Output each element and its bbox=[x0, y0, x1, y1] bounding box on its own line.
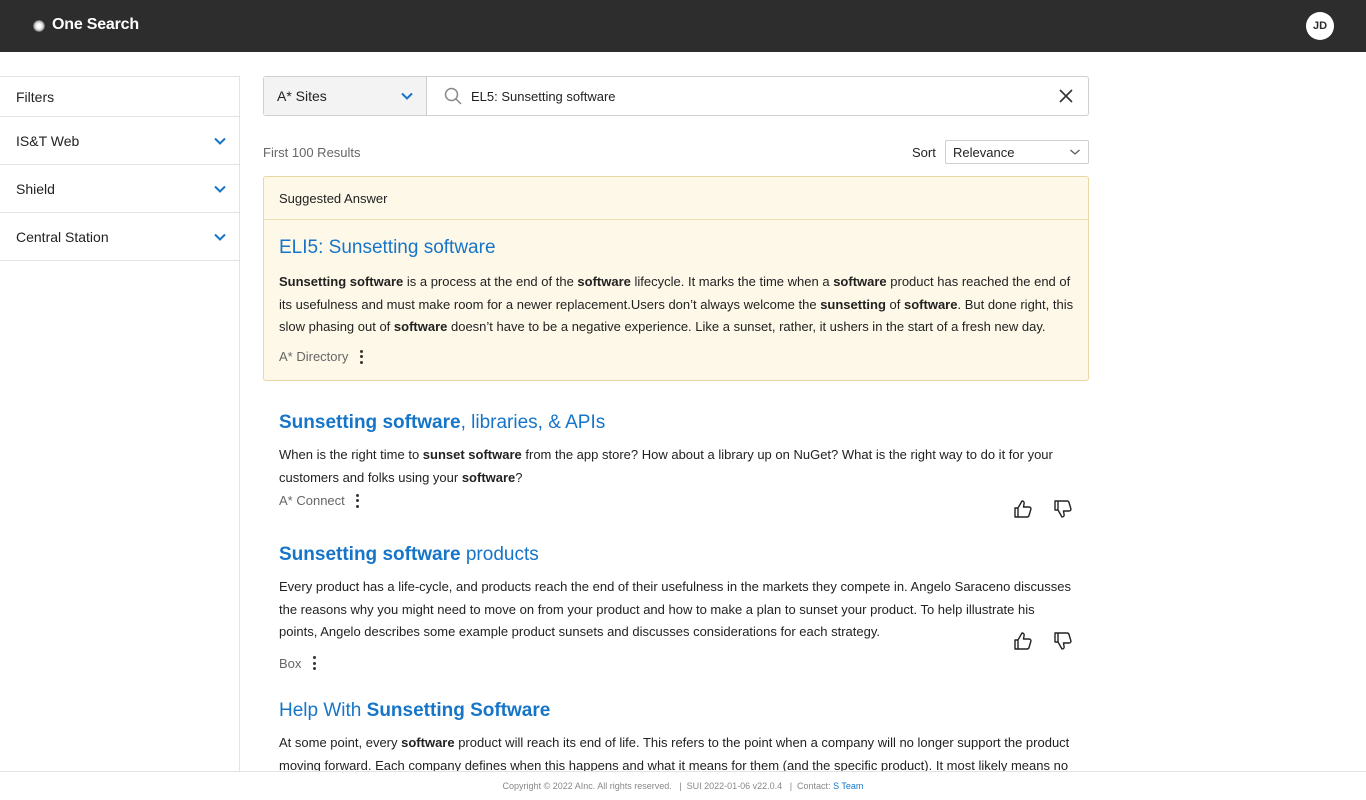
footer-copyright: Copyright © 2022 AInc. All rights reserv… bbox=[502, 781, 672, 791]
result-title[interactable]: Sunsetting software, libraries, & APIs bbox=[279, 411, 1079, 435]
chevron-down-icon[interactable] bbox=[213, 230, 227, 244]
highlighted-term: Sunsetting software bbox=[279, 274, 404, 289]
result-title[interactable]: Sunsetting software products bbox=[279, 543, 1079, 567]
source-label: A* Connect bbox=[279, 493, 345, 508]
top-bar: One Search JD bbox=[0, 0, 1366, 52]
suggested-answer-body: Sunsetting software is a process at the … bbox=[279, 271, 1079, 339]
chevron-down-icon bbox=[401, 92, 413, 100]
thumbs-up-icon[interactable] bbox=[1013, 499, 1033, 519]
footer-separator: | bbox=[671, 781, 687, 791]
highlighted-term: software bbox=[833, 274, 887, 289]
text-segment: products bbox=[460, 544, 539, 565]
text-segment: ? bbox=[515, 469, 523, 485]
sort-label: Sort bbox=[912, 145, 936, 160]
thumbs-down-icon[interactable] bbox=[1053, 499, 1073, 519]
search-result: Sunsetting software, libraries, & APIs W… bbox=[279, 411, 1079, 508]
suggested-answer-title[interactable]: ELI5: Sunsetting software bbox=[279, 237, 496, 259]
avatar[interactable]: JD bbox=[1306, 12, 1334, 40]
highlighted-term: software bbox=[401, 735, 455, 750]
result-snippet: Every product has a life-cycle, and prod… bbox=[279, 576, 1074, 644]
footer: Copyright © 2022 AInc. All rights reserv… bbox=[0, 771, 1366, 800]
suggested-answer-source: A* Directory bbox=[279, 349, 363, 364]
thumbs-up-icon[interactable] bbox=[1013, 631, 1033, 651]
more-vertical-icon[interactable] bbox=[356, 493, 360, 508]
result-title[interactable]: Help With Sunsetting Software bbox=[279, 699, 1079, 723]
footer-separator: | bbox=[782, 781, 798, 791]
text-segment: is a process at the end of the bbox=[403, 274, 578, 289]
search-input-wrap bbox=[427, 77, 1088, 115]
app-title[interactable]: One Search bbox=[52, 16, 139, 34]
scope-value: A* Sites bbox=[277, 88, 327, 104]
filter-shield[interactable]: Shield bbox=[0, 165, 239, 213]
result-snippet: When is the right time to sunset softwar… bbox=[279, 444, 1079, 489]
more-vertical-icon[interactable] bbox=[312, 656, 316, 670]
search-icon bbox=[444, 87, 462, 105]
highlighted-term: software bbox=[393, 319, 448, 334]
source-label: Box bbox=[279, 655, 302, 671]
footer-contact-link[interactable]: S Team bbox=[833, 781, 863, 791]
search-result: Help With Sunsetting Software At some po… bbox=[279, 699, 1079, 777]
result-source: A* Connect bbox=[279, 493, 1079, 508]
filter-label: Shield bbox=[16, 180, 55, 197]
highlighted-term: software bbox=[577, 274, 631, 289]
chevron-down-icon[interactable] bbox=[213, 182, 227, 196]
search-bar: A* Sites bbox=[263, 76, 1089, 116]
feedback-buttons bbox=[1013, 499, 1073, 519]
results-count: First 100 Results bbox=[263, 145, 361, 160]
text-segment: At some point, every bbox=[279, 735, 402, 750]
chevron-down-icon[interactable] bbox=[213, 134, 227, 148]
more-vertical-icon[interactable] bbox=[359, 349, 363, 364]
highlighted-term: software bbox=[461, 469, 516, 485]
text-segment: doesn’t have to be a negative experience… bbox=[447, 319, 1046, 334]
highlighted-term: software bbox=[904, 296, 958, 312]
filters-sidebar: Filters IS&T Web Shield Central Station bbox=[0, 76, 240, 771]
text-segment: of bbox=[885, 296, 904, 312]
filter-label: IS&T Web bbox=[16, 132, 80, 149]
filters-title: Filters bbox=[0, 77, 239, 117]
sort-select[interactable]: Relevance bbox=[945, 140, 1089, 164]
source-label: A* Directory bbox=[279, 349, 349, 364]
text-segment: , libraries, & APIs bbox=[460, 412, 606, 433]
search-input[interactable] bbox=[471, 78, 1071, 114]
thumbs-down-icon[interactable] bbox=[1053, 631, 1073, 651]
highlighted-term: Sunsetting Software bbox=[366, 700, 551, 721]
highlighted-term: Sunsetting software bbox=[279, 412, 461, 433]
footer-contact-label: Contact: bbox=[797, 781, 831, 791]
result-source: Box bbox=[279, 656, 1079, 671]
text-segment: Every product has a life-cycle, and prod… bbox=[279, 579, 1071, 639]
scope-select[interactable]: A* Sites bbox=[264, 77, 427, 115]
text-segment: When is the right time to bbox=[279, 447, 423, 462]
filter-central-station[interactable]: Central Station bbox=[0, 213, 239, 261]
highlighted-term: Sunsetting software bbox=[279, 544, 461, 565]
text-segment: lifecycle. It marks the time when a bbox=[630, 274, 834, 289]
filter-label: Central Station bbox=[16, 228, 109, 245]
search-result: Sunsetting software products Every produ… bbox=[279, 543, 1079, 671]
filter-ist-web[interactable]: IS&T Web bbox=[0, 117, 239, 165]
app-logo-icon bbox=[33, 20, 45, 32]
feedback-buttons bbox=[1013, 631, 1073, 651]
suggested-answer: Suggested Answer ELI5: Sunsetting softwa… bbox=[263, 176, 1089, 381]
chevron-down-icon bbox=[1070, 149, 1080, 155]
sort-value: Relevance bbox=[953, 144, 1015, 160]
text-segment: Help With bbox=[279, 700, 367, 721]
footer-version: SUI 2022-01-06 v22.0.4 bbox=[686, 781, 783, 791]
close-icon[interactable] bbox=[1058, 88, 1074, 104]
highlighted-term: sunsetting bbox=[820, 296, 886, 312]
suggested-answer-header: Suggested Answer bbox=[264, 177, 1088, 220]
highlighted-term: sunset software bbox=[422, 447, 522, 462]
